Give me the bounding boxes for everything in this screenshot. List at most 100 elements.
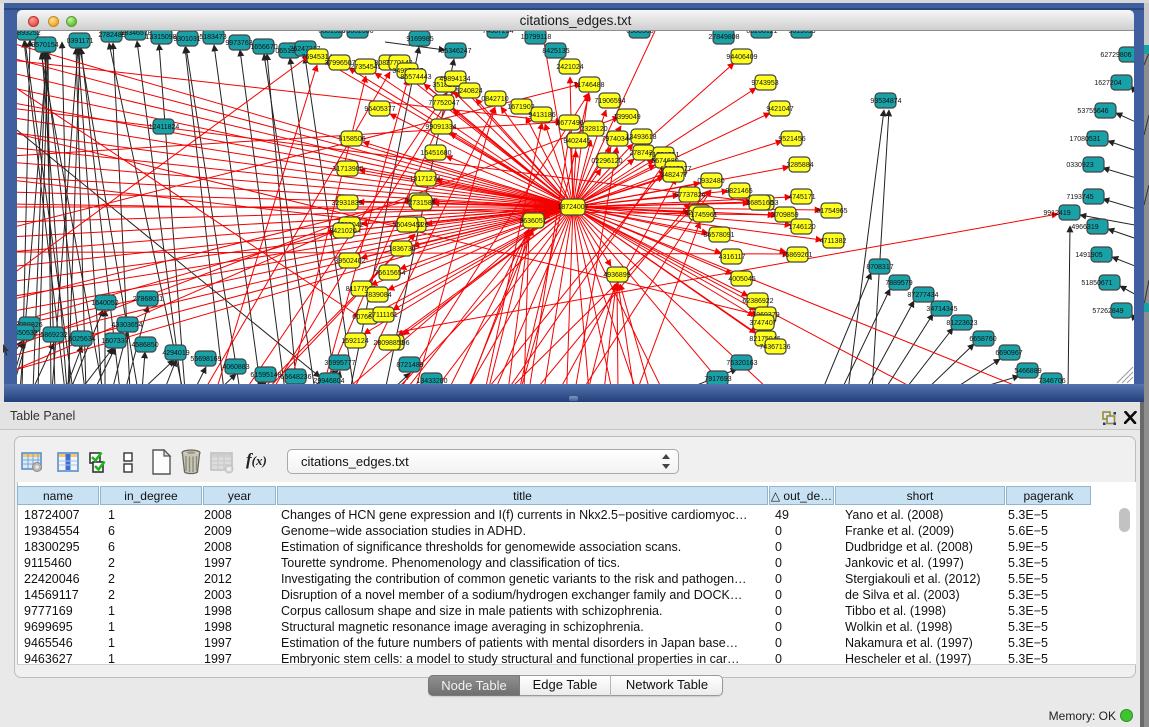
svg-text:4586850: 4586850 xyxy=(131,342,158,349)
svg-text:96405377: 96405377 xyxy=(364,106,395,113)
svg-text:18724007: 18724007 xyxy=(557,204,588,211)
svg-text:4294019: 4294019 xyxy=(162,350,189,357)
svg-text:36995777: 36995777 xyxy=(324,360,355,367)
svg-text:9636057: 9636057 xyxy=(519,218,546,225)
svg-text:57262849: 57262849 xyxy=(1092,308,1123,315)
svg-text:5240824: 5240824 xyxy=(455,88,482,95)
svg-text:13171274: 13171274 xyxy=(409,176,440,183)
svg-text:5183473: 5183473 xyxy=(199,34,226,41)
svg-text:1746120: 1746120 xyxy=(788,224,815,231)
svg-text:35346247: 35346247 xyxy=(440,48,471,55)
svg-text:15451680: 15451680 xyxy=(420,150,451,157)
svg-text:1399049: 1399049 xyxy=(613,114,640,121)
svg-text:55698169: 55698169 xyxy=(190,356,221,363)
svg-text:1836736: 1836736 xyxy=(388,246,415,253)
svg-text:51850671: 51850671 xyxy=(1081,280,1112,287)
svg-text:9912419: 9912419 xyxy=(1043,210,1070,217)
svg-text:77752047: 77752047 xyxy=(428,100,459,107)
svg-text:8425135: 8425135 xyxy=(542,48,569,55)
svg-text:87277434: 87277434 xyxy=(907,292,938,299)
svg-text:4893252: 4893252 xyxy=(17,31,41,37)
svg-text:62729806: 62729806 xyxy=(1100,52,1131,59)
svg-text:8721489: 8721489 xyxy=(396,362,423,369)
svg-text:49894134: 49894134 xyxy=(439,76,470,83)
svg-text:2421024: 2421024 xyxy=(556,64,583,71)
svg-text:29946804: 29946804 xyxy=(313,378,344,384)
svg-text:27868011: 27868011 xyxy=(133,296,164,303)
svg-text:1491905: 1491905 xyxy=(1075,252,1102,259)
svg-text:3619399: 3619399 xyxy=(788,31,815,35)
svg-text:76615654: 76615654 xyxy=(374,270,405,277)
svg-text:3482477: 3482477 xyxy=(660,172,687,179)
svg-text:2328120: 2328120 xyxy=(580,126,607,133)
svg-text:5466889: 5466889 xyxy=(1014,368,1041,375)
svg-text:27111161: 27111161 xyxy=(368,312,398,319)
svg-text:6025634: 6025634 xyxy=(68,336,95,343)
svg-text:9821465: 9821465 xyxy=(725,188,752,195)
svg-text:4316117: 4316117 xyxy=(719,254,746,261)
svg-text:5869232: 5869232 xyxy=(40,332,67,339)
svg-text:0842710: 0842710 xyxy=(481,96,508,103)
svg-text:3747407: 3747407 xyxy=(749,320,776,327)
svg-text:3285884: 3285884 xyxy=(786,162,813,169)
svg-text:17080531: 17080531 xyxy=(1069,136,1100,143)
svg-text:4005045: 4005045 xyxy=(728,276,755,283)
svg-text:71906594: 71906594 xyxy=(594,98,625,105)
svg-text:34714345: 34714345 xyxy=(926,306,957,313)
svg-text:4060883: 4060883 xyxy=(222,364,249,371)
svg-text:6658760: 6658760 xyxy=(969,336,996,343)
svg-text:9421047: 9421047 xyxy=(766,106,793,113)
svg-text:12411824: 12411824 xyxy=(149,124,180,131)
svg-text:53755646: 53755646 xyxy=(1077,108,1108,115)
svg-text:3709859: 3709859 xyxy=(771,212,798,219)
svg-text:9413186: 9413186 xyxy=(528,112,555,119)
svg-text:71746488: 71746488 xyxy=(573,82,604,89)
svg-text:7839084: 7839084 xyxy=(364,292,391,299)
svg-text:76320163: 76320163 xyxy=(726,360,757,367)
svg-text:67737826: 67737826 xyxy=(674,192,705,199)
svg-text:9973763: 9973763 xyxy=(225,40,252,47)
svg-text:9402445: 9402445 xyxy=(563,138,590,145)
svg-text:62386922: 62386922 xyxy=(742,298,773,305)
svg-text:9743953: 9743953 xyxy=(751,80,778,87)
svg-text:0980500: 0980500 xyxy=(626,31,653,35)
svg-text:4711382: 4711382 xyxy=(820,238,847,245)
svg-text:65648236: 65648236 xyxy=(280,374,311,381)
svg-text:7193745: 7193745 xyxy=(1066,194,1093,201)
svg-text:94406409: 94406409 xyxy=(726,54,757,61)
svg-text:4936899: 4936899 xyxy=(603,272,630,279)
svg-text:4745171: 4745171 xyxy=(788,194,815,201)
svg-text:1627204: 1627204 xyxy=(1094,80,1121,87)
svg-text:9570154: 9570154 xyxy=(31,42,58,49)
svg-text:2731585: 2731585 xyxy=(408,200,435,207)
svg-text:9169985: 9169985 xyxy=(406,36,433,43)
svg-text:74367136: 74367136 xyxy=(759,344,790,351)
svg-text:10799118: 10799118 xyxy=(521,34,552,41)
svg-text:6690967: 6690967 xyxy=(995,350,1022,357)
svg-text:13315098: 13315098 xyxy=(145,34,176,41)
svg-text:7889579: 7889579 xyxy=(885,280,912,287)
svg-text:39502402: 39502402 xyxy=(334,258,365,265)
svg-text:9301031: 9301031 xyxy=(173,36,200,43)
svg-text:0932480: 0932480 xyxy=(697,178,724,185)
svg-text:13493618: 13493618 xyxy=(625,134,656,141)
svg-text:81223623: 81223623 xyxy=(946,320,977,327)
svg-text:88208121: 88208121 xyxy=(746,31,777,35)
svg-text:0330923: 0330923 xyxy=(1066,162,1093,169)
svg-text:1656670: 1656670 xyxy=(250,44,277,51)
svg-text:61595148: 61595148 xyxy=(250,372,281,379)
svg-text:1745961: 1745961 xyxy=(690,212,717,219)
svg-text:74687234: 74687234 xyxy=(482,31,513,35)
svg-text:32931839: 32931839 xyxy=(331,200,362,207)
svg-text:7917693: 7917693 xyxy=(704,376,731,383)
svg-text:85574443: 85574443 xyxy=(400,74,431,81)
svg-text:02296120: 02296120 xyxy=(591,158,622,165)
svg-text:8421020: 8421020 xyxy=(329,228,356,235)
svg-text:1640052: 1640052 xyxy=(91,300,118,307)
svg-text:31713900: 31713900 xyxy=(332,166,363,173)
svg-text:5158506: 5158506 xyxy=(338,136,365,143)
svg-text:0450533: 0450533 xyxy=(17,330,38,337)
svg-text:43303654: 43303654 xyxy=(111,322,142,329)
svg-text:56049451: 56049451 xyxy=(392,222,423,229)
svg-text:8708317: 8708317 xyxy=(866,264,893,271)
